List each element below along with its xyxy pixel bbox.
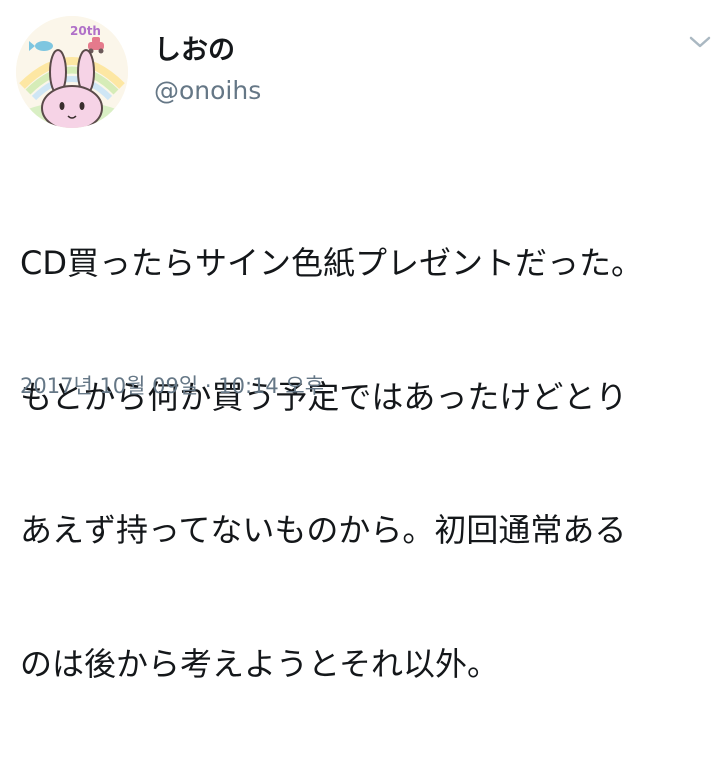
tweet-text-line: あえず持ってないものから。初回通常ある: [20, 511, 627, 549]
user-handle[interactable]: @onoihs: [154, 76, 261, 106]
display-name[interactable]: しおの: [154, 34, 235, 68]
more-options-button[interactable]: [688, 30, 712, 54]
avatar-badge: 20th: [70, 24, 101, 38]
tweet-timestamp[interactable]: 2017년 10월 09일 · 10:14 오후: [20, 372, 324, 400]
tweet-text-line: のは後から考えようとそれ以外。: [20, 644, 500, 683]
tweet-card: 20th しおの @onoihs CD買ったらサイン色紙プレゼントだった。 もと…: [0, 0, 720, 683]
tweet-text: CD買ったらサイン色紙プレゼントだった。 もとから何か買う予定ではあったけどとり…: [20, 152, 710, 775]
tweet-text-line: CD買ったらサイン色紙プレゼントだった。: [20, 244, 643, 282]
chevron-down-icon: [689, 36, 711, 48]
avatar[interactable]: 20th: [16, 16, 128, 128]
